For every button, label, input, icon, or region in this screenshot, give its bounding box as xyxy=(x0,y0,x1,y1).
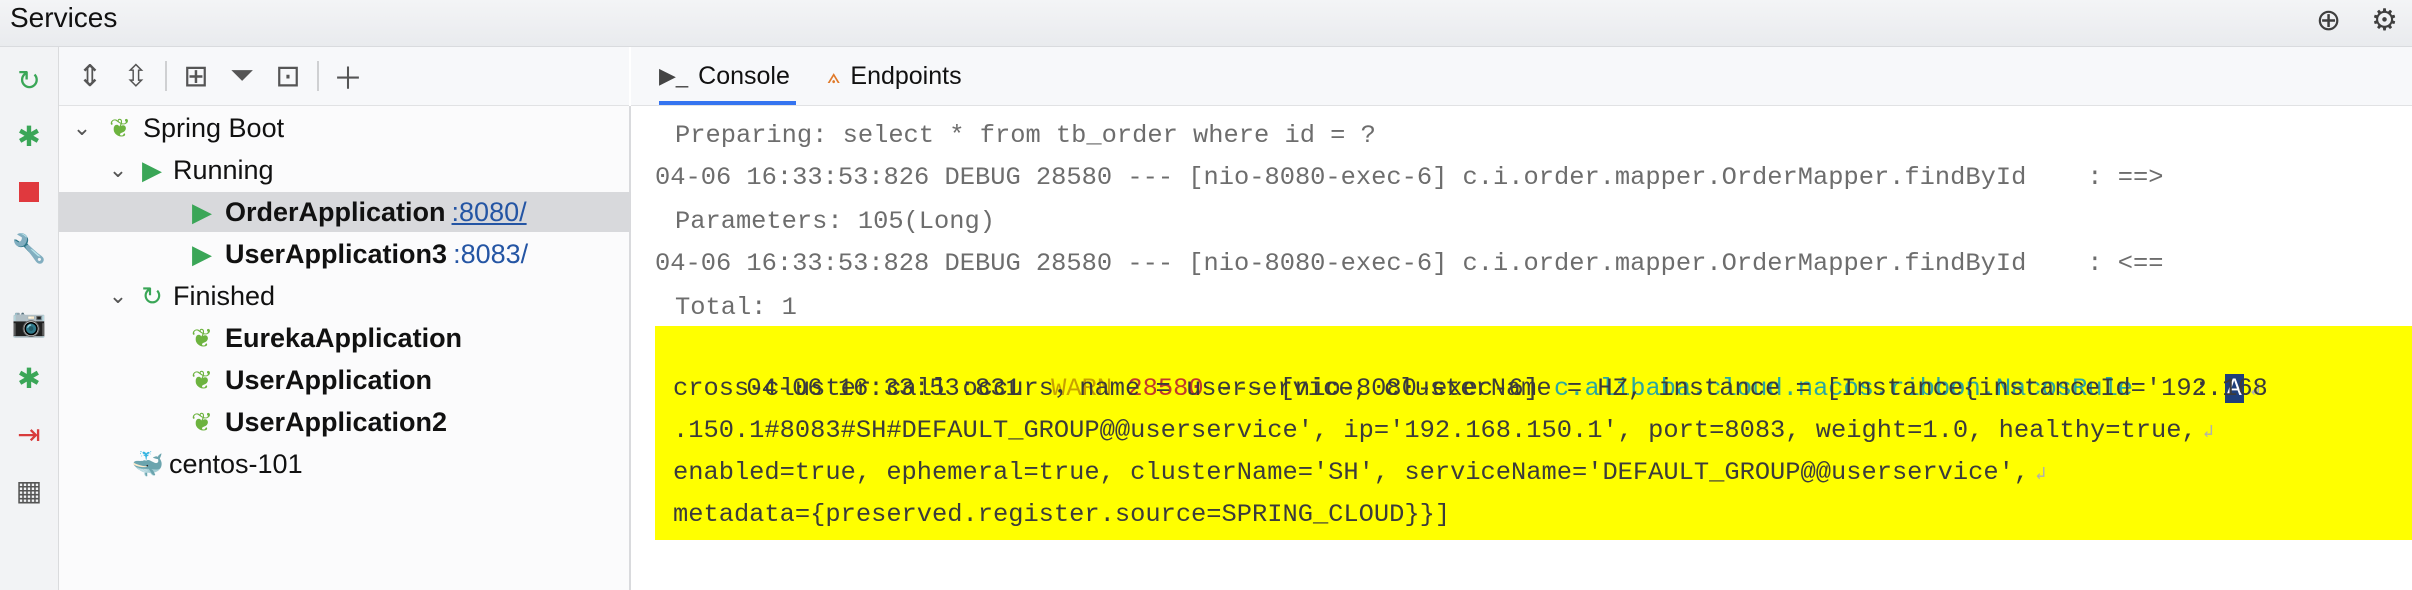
log-text: cross-cluster call occurs，name = userser… xyxy=(673,374,2268,403)
wrench-icon[interactable]: 🔧 xyxy=(12,231,47,265)
port-link[interactable]: :8080/ xyxy=(452,197,527,228)
chevron-down-icon[interactable]: ⌄ xyxy=(105,157,131,183)
stop-icon[interactable] xyxy=(12,175,46,209)
spring-boot-icon: ❦ xyxy=(109,112,131,143)
soft-wrap-icon: ↲ xyxy=(2202,423,2214,443)
services-tree: ⌄ ❦ Spring Boot ⌄ ▶ Running ▶ OrderAppli… xyxy=(59,106,755,590)
tab-label: Endpoints xyxy=(850,61,962,90)
window-title: Services xyxy=(10,2,118,33)
tree-label: centos-101 xyxy=(169,448,303,479)
warn-line-wrap: .150.1#8083#SH#DEFAULT_GROUP@@userservic… xyxy=(673,410,2214,452)
console-line: Total: 1 xyxy=(675,293,797,322)
console-icon: ▶_ xyxy=(659,63,689,88)
tab-label: Console xyxy=(698,61,790,90)
crosshair-icon[interactable]: ⊕ xyxy=(2316,3,2341,39)
debug-icon[interactable]: ✱ xyxy=(12,361,46,395)
new-tab-icon[interactable]: ⊡ xyxy=(265,59,311,94)
run-icon: ▶ xyxy=(192,238,212,269)
warn-line-wrap: enabled=true, ephemeral=true, clusterNam… xyxy=(673,452,2046,494)
warn-line: 04-06 16:33:53:831 WARN 28580 --- [nio-8… xyxy=(655,326,2261,403)
tree-label: UserApplication2 xyxy=(225,406,448,437)
tree-item-running[interactable]: ⌄ ▶ Running xyxy=(59,150,675,190)
tree-label: UserApplication3 xyxy=(225,238,448,269)
endpoints-icon: ⟑ xyxy=(827,63,841,88)
tree-item-spring-boot[interactable]: ⌄ ❦ Spring Boot xyxy=(59,108,639,148)
tree-item-finished[interactable]: ⌄ ↻ Finished xyxy=(59,276,675,316)
camera-icon[interactable]: 📷 xyxy=(12,305,47,339)
chevron-down-icon[interactable]: ⌄ xyxy=(69,115,95,141)
console-tabs: ▶_ Console ⟑ Endpoints xyxy=(631,47,2412,106)
tree-label: OrderApplication xyxy=(225,196,446,227)
tab-console[interactable]: ▶_ Console xyxy=(659,47,796,105)
soft-wrap-icon: ↲ xyxy=(2035,465,2046,485)
run-icon: ▶ xyxy=(142,154,162,185)
gear-icon[interactable]: ⚙ xyxy=(2371,3,2398,39)
spring-boot-icon: ❦ xyxy=(191,406,213,437)
collapse-all-icon[interactable]: ⇳ xyxy=(113,59,159,94)
spring-boot-icon: ❦ xyxy=(191,322,213,353)
group-icon[interactable]: ⊞ xyxy=(173,59,219,94)
console-output[interactable]: Preparing: select * from tb_order where … xyxy=(631,106,2412,590)
filter-icon[interactable]: ⏷ xyxy=(219,59,265,93)
left-toolbar: ↻ ✱ 🔧 📷 ✱ ⇥ ▦ xyxy=(0,47,59,590)
tree-label: UserApplication xyxy=(225,364,433,395)
tree-item-centos[interactable]: 🐳 centos-101 xyxy=(59,444,675,484)
log-text: .150.1#8083#SH#DEFAULT_GROUP@@userservic… xyxy=(673,416,2197,445)
console-line: Preparing: select * from tb_order where … xyxy=(675,121,1376,150)
finished-icon: ↻ xyxy=(141,280,163,311)
toolbar-separator xyxy=(317,61,319,91)
chevron-down-icon[interactable]: ⌄ xyxy=(105,283,131,309)
console-line: Parameters: 105(Long) xyxy=(675,207,995,236)
tree-toolbar: ⇕ ⇳ ⊞ ⏷ ⊡ ＋ xyxy=(59,47,629,106)
expand-all-icon[interactable]: ⇕ xyxy=(67,59,113,94)
title-bar: Services ⊕ ⚙ xyxy=(0,0,2412,47)
log-text: enabled=true, ephemeral=true, clusterNam… xyxy=(673,458,2030,487)
port-link[interactable]: :8083/ xyxy=(453,239,528,270)
run-icon: ▶ xyxy=(192,196,212,227)
tab-endpoints[interactable]: ⟑ Endpoints xyxy=(827,47,962,105)
tree-label: Spring Boot xyxy=(143,112,285,143)
tree-label: Finished xyxy=(173,280,276,311)
tree-label: EurekaApplication xyxy=(225,322,463,353)
warn-line-wrap: cross-cluster call occurs，name = userser… xyxy=(673,368,2268,410)
tree-label: Running xyxy=(173,154,274,185)
login-icon[interactable]: ⇥ xyxy=(12,417,46,451)
debug-attach-icon[interactable]: ✱ xyxy=(12,119,46,153)
log-text: metadata={preserved.register.source=SPRI… xyxy=(673,500,1451,529)
selection-highlight: 04-06 16:33:53:831 WARN 28580 --- [nio-8… xyxy=(655,326,2412,540)
rerun-icon[interactable]: ↻ xyxy=(12,63,46,97)
console-line: 04-06 16:33:53:828 DEBUG 28580 --- [nio-… xyxy=(655,249,2164,278)
console-line: 04-06 16:33:53:826 DEBUG 28580 --- [nio-… xyxy=(655,163,2164,192)
toolbar-separator xyxy=(165,61,167,91)
warn-line-wrap: metadata={preserved.register.source=SPRI… xyxy=(673,494,1450,536)
docker-icon: 🐳 xyxy=(131,448,165,479)
spring-boot-icon: ❦ xyxy=(191,364,213,395)
layout-icon[interactable]: ▦ xyxy=(12,473,46,507)
add-icon[interactable]: ＋ xyxy=(325,54,371,98)
